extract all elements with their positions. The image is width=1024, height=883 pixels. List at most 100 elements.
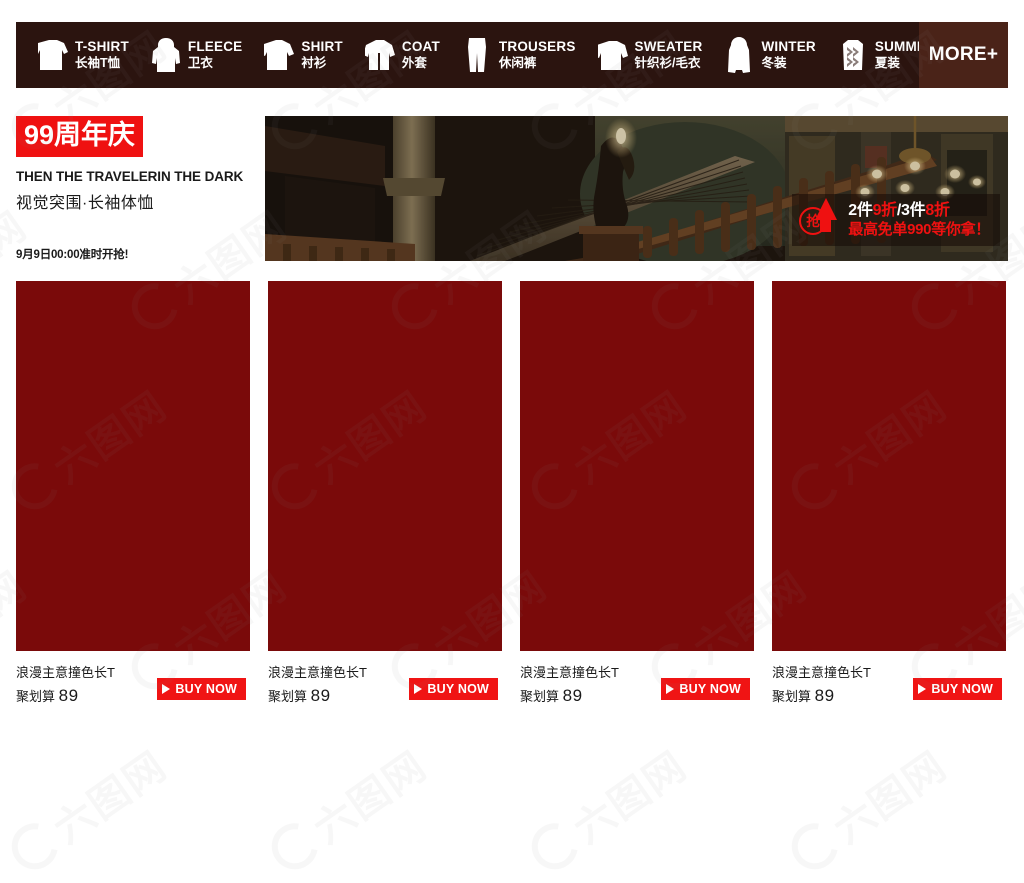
nav-item-label-en: SUMMER — [874, 39, 919, 55]
nav-item-coat[interactable]: COAT 外套 — [364, 34, 440, 76]
category-nav-items: T-SHIRT 长袖T恤 FLEECE 卫衣 SHIRT 衬衫 COAT 外套 TROUSERS… — [16, 22, 919, 88]
product-image[interactable] — [520, 281, 754, 651]
play-arrow-icon — [666, 684, 675, 694]
buy-now-label: BUY NOW — [931, 682, 993, 696]
product-info: 浪漫主意撞色长T 聚划算 89 BUY NOW — [772, 664, 1006, 707]
hero-discount-badge: 抢 2件9折/3件8折 最高免单990等你拿！ — [792, 194, 1000, 246]
product-title: 浪漫主意撞色长T — [520, 665, 619, 680]
product-price: 聚划算 89 — [520, 685, 619, 708]
product-card[interactable]: 浪漫主意撞色长T 聚划算 89 BUY NOW — [520, 281, 754, 707]
buy-now-button[interactable]: BUY NOW — [661, 678, 750, 700]
buy-now-button[interactable]: BUY NOW — [913, 678, 1002, 700]
nav-item-label: COAT 外套 — [402, 39, 440, 71]
promo-headline-cn: 视觉突围·长袖体恤 — [16, 195, 154, 212]
nav-item-fleece[interactable]: FLEECE 卫衣 — [151, 34, 242, 76]
nav-item-winter[interactable]: WINTER 冬装 — [724, 34, 816, 76]
product-title: 浪漫主意撞色长T — [16, 665, 115, 680]
buy-now-label: BUY NOW — [427, 682, 489, 696]
tshirt-icon — [38, 34, 68, 76]
product-card[interactable]: 浪漫主意撞色长T 聚划算 89 BUY NOW — [772, 281, 1006, 707]
coat-icon — [364, 34, 395, 76]
hero-discount-line2: 最高免单990等你拿！ — [848, 221, 990, 239]
nav-item-label: SHIRT 衬衫 — [301, 39, 343, 71]
nav-item-label-en: WINTER — [761, 39, 816, 55]
shirt-icon — [264, 34, 295, 76]
nav-item-trousers[interactable]: TROUSERS 休闲裤 — [462, 34, 576, 76]
anniversary-badge: 99周年庆 — [16, 116, 144, 157]
product-info: 浪漫主意撞色长T 聚划算 89 BUY NOW — [268, 664, 502, 707]
watermark-text: 六图网 — [259, 735, 436, 883]
product-price-amount: 89 — [310, 685, 331, 705]
product-price: 聚划算 89 — [16, 685, 115, 708]
nav-item-label-cn: 休闲裤 — [498, 56, 537, 71]
nav-item-label: TROUSERS 休闲裤 — [499, 39, 576, 71]
grab-deal-icon: 抢 — [798, 198, 842, 242]
play-arrow-icon — [162, 684, 171, 694]
product-price-label: 聚划算 — [16, 688, 56, 704]
product-title: 浪漫主意撞色长T — [772, 665, 871, 680]
product-text: 浪漫主意撞色长T 聚划算 89 — [520, 664, 619, 707]
nav-item-sweater[interactable]: SWEATER 针织衫/毛衣 — [597, 34, 703, 76]
promo-headline-en: THEN THE TRAVELERIN THE DARK — [16, 169, 244, 184]
summer-icon — [838, 34, 868, 76]
nav-item-summer[interactable]: SUMMER夏装 — [838, 34, 919, 76]
product-text: 浪漫主意撞色长T 聚划算 89 — [772, 664, 871, 707]
nav-item-label-cn: 衬衫 — [301, 56, 327, 71]
watermark-text: 六图网 — [519, 735, 696, 883]
nav-item-label-en: COAT — [401, 39, 440, 55]
product-text: 浪漫主意撞色长T 聚划算 89 — [268, 664, 367, 707]
nav-item-label-cn: 针织衫/毛衣 — [634, 56, 701, 71]
nav-item-label-cn: 外套 — [401, 56, 427, 71]
watermark-text: 六图网 — [0, 735, 177, 883]
buy-now-label: BUY NOW — [175, 682, 237, 696]
winter-icon — [724, 34, 754, 76]
sweater-icon — [597, 34, 628, 76]
discount-rate1: 9折 — [872, 201, 898, 219]
play-arrow-icon — [414, 684, 423, 694]
nav-item-label-cn: 长袖T恤 — [75, 56, 121, 71]
discount-separator: /3件 — [896, 201, 926, 219]
product-price-amount: 89 — [58, 685, 79, 705]
discount-rate2: 8折 — [925, 201, 950, 219]
nav-item-shirt[interactable]: SHIRT 衬衫 — [264, 34, 343, 76]
nav-item-t-shirt[interactable]: T-SHIRT 长袖T恤 — [38, 34, 129, 76]
product-price-amount: 89 — [814, 685, 835, 705]
product-title: 浪漫主意撞色长T — [268, 665, 367, 680]
promo-start-time: 9月9日00:00准时开抢! — [16, 249, 129, 261]
nav-item-label-en: SHIRT — [301, 39, 343, 55]
nav-item-label: FLEECE 卫衣 — [188, 39, 242, 71]
product-image[interactable] — [772, 281, 1006, 651]
nav-item-label-en: T-SHIRT — [75, 39, 129, 55]
more-categories-label: MORE+ — [928, 44, 999, 65]
product-price-label: 聚划算 — [772, 688, 812, 704]
play-arrow-icon — [918, 684, 927, 694]
product-price-label: 聚划算 — [268, 688, 308, 704]
product-price-amount: 89 — [562, 685, 583, 705]
watermark-text: 六图网 — [779, 735, 956, 883]
product-grid: 浪漫主意撞色长T 聚划算 89 BUY NOW 浪漫主意撞色长T 聚划算 89 BUY N… — [16, 281, 1008, 707]
nav-item-label: WINTER 冬装 — [761, 39, 815, 71]
product-card[interactable]: 浪漫主意撞色长T 聚划算 89 BUY NOW — [268, 281, 502, 707]
product-image[interactable] — [16, 281, 250, 651]
buy-now-button[interactable]: BUY NOW — [409, 678, 498, 700]
fleece-icon — [151, 34, 181, 76]
product-price-label: 聚划算 — [520, 688, 560, 704]
nav-item-label: SUMMER夏装 — [875, 39, 919, 71]
discount-qty1: 2件 — [848, 201, 873, 219]
buy-now-button[interactable]: BUY NOW — [157, 678, 246, 700]
nav-item-label-en: SWEATER — [634, 39, 703, 55]
nav-item-label-cn: 夏装 — [874, 56, 900, 71]
nav-item-label-cn: 卫衣 — [187, 56, 213, 71]
nav-item-label-en: FLEECE — [187, 39, 243, 55]
hero-discount-line1: 2件9折/3件8折 — [848, 202, 990, 220]
product-image[interactable] — [268, 281, 502, 651]
hero-banner[interactable]: 抢 2件9折/3件8折 最高免单990等你拿！ — [265, 116, 1008, 261]
more-categories-button[interactable]: MORE+ — [919, 22, 1008, 88]
product-price: 聚划算 89 — [772, 685, 871, 708]
nav-item-label-en: TROUSERS — [498, 39, 576, 55]
category-nav-bar: T-SHIRT 长袖T恤 FLEECE 卫衣 SHIRT 衬衫 COAT 外套 TROUSERS… — [16, 22, 1008, 88]
product-text: 浪漫主意撞色长T 聚划算 89 — [16, 664, 115, 707]
nav-item-label: SWEATER 针织衫/毛衣 — [635, 39, 703, 71]
nav-item-label: T-SHIRT 长袖T恤 — [75, 39, 129, 71]
product-card[interactable]: 浪漫主意撞色长T 聚划算 89 BUY NOW — [16, 281, 250, 707]
